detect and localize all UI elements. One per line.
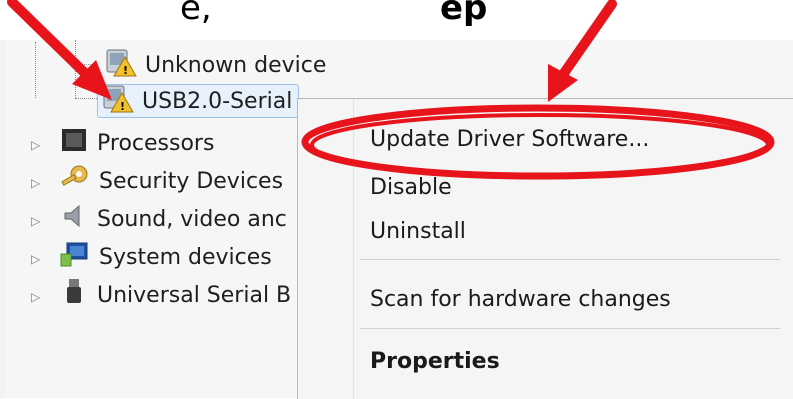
tree-item-sound-video[interactable]: Sound, video anc xyxy=(59,202,287,236)
tree-item-universal-serial-bus[interactable]: Universal Serial B xyxy=(59,278,291,312)
tree-connector-line xyxy=(35,42,36,98)
svg-text:!: ! xyxy=(123,64,128,77)
system-computer-icon xyxy=(59,240,91,274)
expand-arrow-icon[interactable]: ▷ xyxy=(31,290,40,304)
tree-item-label: Universal Serial B xyxy=(97,282,292,308)
security-key-icon xyxy=(59,164,91,198)
tree-item-security-devices[interactable]: Security Devices xyxy=(59,164,283,198)
svg-text:!: ! xyxy=(120,100,125,113)
usb-plug-icon xyxy=(59,277,89,313)
tree-item-usb2-serial[interactable]: ! USB2.0-Serial xyxy=(97,83,300,119)
caption-fragment-left: e, xyxy=(180,0,212,28)
menu-item-scan-for-hardware-changes[interactable]: Scan for hardware changes xyxy=(370,287,671,312)
menu-icon-gutter xyxy=(353,99,354,399)
tree-item-system-devices[interactable]: System devices xyxy=(59,240,272,274)
menu-item-properties[interactable]: Properties xyxy=(370,349,500,374)
tree-item-label: USB2.0-Serial xyxy=(142,88,293,114)
tree-item-label: Security Devices xyxy=(99,168,284,194)
menu-separator xyxy=(360,328,780,329)
tree-item-unknown-device[interactable]: ! Unknown device xyxy=(103,48,326,82)
speaker-icon xyxy=(59,202,89,236)
tree-item-label: Processors xyxy=(97,130,215,156)
expand-arrow-icon[interactable]: ▷ xyxy=(31,176,40,190)
tree-item-label: Sound, video anc xyxy=(97,206,287,232)
expand-arrow-icon[interactable]: ▷ xyxy=(31,138,40,152)
expand-arrow-icon[interactable]: ▷ xyxy=(31,252,40,266)
tree-item-label: Unknown device xyxy=(145,52,327,78)
expand-arrow-icon[interactable]: ▷ xyxy=(31,214,40,228)
tree-connector-line xyxy=(75,40,76,98)
tree-item-processors[interactable]: Processors xyxy=(59,126,214,160)
menu-separator xyxy=(360,259,780,260)
caption-fragment-right: ep xyxy=(440,0,488,28)
tree-item-label: System devices xyxy=(99,244,272,270)
unknown-device-warning-icon: ! xyxy=(100,83,134,119)
menu-item-uninstall[interactable]: Uninstall xyxy=(370,219,466,244)
tree-connector-line xyxy=(75,98,97,99)
context-menu: Update Driver Software... Disable Uninst… xyxy=(297,98,793,399)
unknown-device-warning-icon: ! xyxy=(103,47,137,83)
processor-chip-icon xyxy=(59,126,89,160)
caption-strip: e, ep xyxy=(0,0,793,40)
tree-connector-line xyxy=(75,64,97,65)
menu-item-disable[interactable]: Disable xyxy=(370,175,452,200)
menu-item-update-driver-software[interactable]: Update Driver Software... xyxy=(370,127,649,152)
